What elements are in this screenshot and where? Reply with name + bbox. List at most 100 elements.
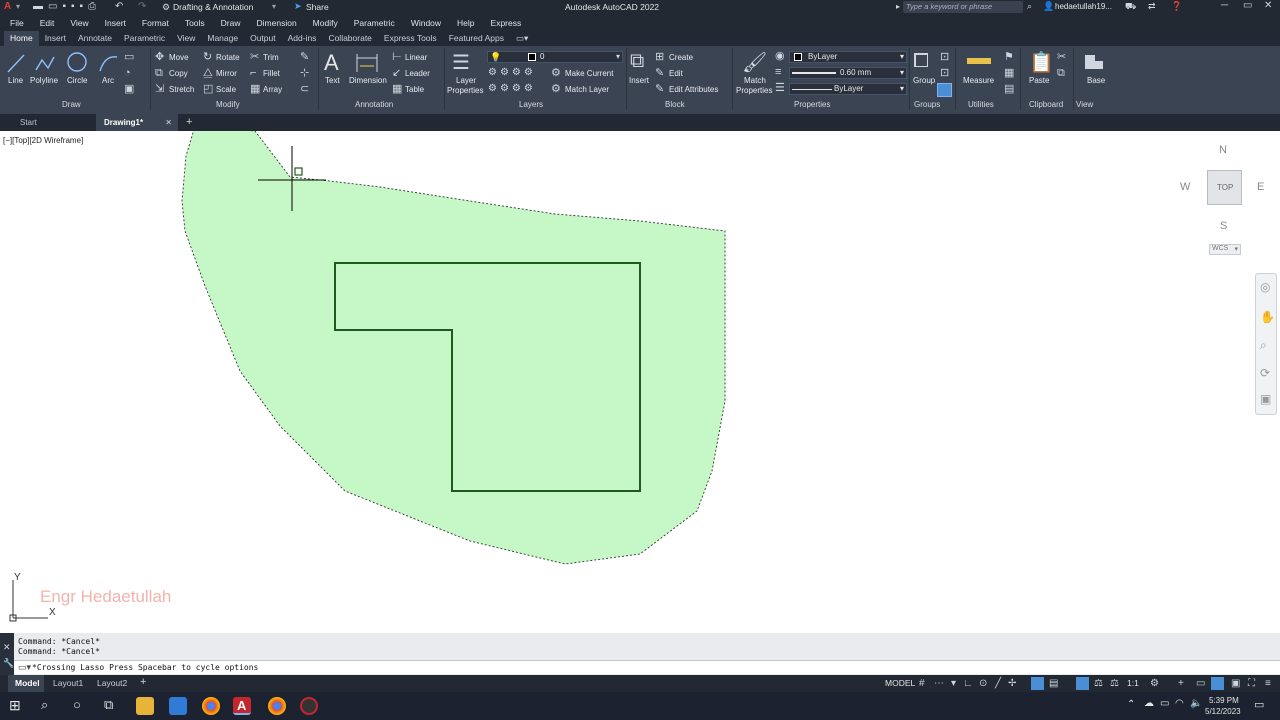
user-icon[interactable]: 👤 (1043, 1, 1054, 12)
wifi-icon[interactable]: ◠ (1175, 698, 1184, 709)
insert-button[interactable]: Insert (629, 76, 649, 85)
tab-collaborate[interactable]: Collaborate (322, 31, 377, 46)
compass-west[interactable]: W (1180, 181, 1190, 193)
drawing-tab[interactable]: Drawing1* ✕ (96, 114, 178, 131)
menu-express[interactable]: Express (483, 18, 530, 28)
text-button[interactable]: Text (325, 76, 340, 85)
modify-panel-title[interactable]: Modify (216, 100, 240, 109)
search-icon[interactable]: ⌕ (1027, 1, 1032, 12)
cortana-icon[interactable]: ○ (73, 697, 81, 712)
layer-states-icons[interactable]: ⚙⚙⚙⚙ (488, 84, 536, 94)
offset-icon[interactable]: ⊂ (300, 84, 309, 95)
menu-window[interactable]: Window (403, 18, 449, 28)
battery-icon[interactable]: ▭ (1160, 698, 1169, 709)
mirror-button[interactable]: Mirror (216, 69, 237, 78)
customize-wrench-icon[interactable]: 🔧 (3, 658, 14, 669)
showmotion-icon[interactable]: ▣ (1260, 392, 1271, 406)
circle-button[interactable]: Circle (67, 76, 87, 85)
group-edit-icon[interactable]: ⊡ (940, 68, 949, 79)
drawing-canvas[interactable]: [−][Top][2D Wireframe] Y X Engr Hedaetul… (0, 131, 1280, 633)
match-layer-button[interactable]: Match Layer (565, 85, 609, 94)
copy-button[interactable]: Copy (169, 69, 188, 78)
arc-button[interactable]: Arc (102, 76, 114, 85)
close-tab-icon[interactable]: ✕ (165, 114, 172, 131)
mail-icon[interactable] (169, 697, 187, 715)
object-snap-tracking-icon[interactable]: ✢ (1008, 678, 1016, 689)
layout-tab-layout2[interactable]: Layout2 (97, 678, 127, 688)
rectangle-icon[interactable]: ▭ (124, 52, 134, 63)
menu-tools[interactable]: Tools (177, 18, 213, 28)
move-button[interactable]: Move (169, 53, 189, 62)
orbit-icon[interactable]: ⟳ (1260, 366, 1270, 380)
tab-parametric[interactable]: Parametric (118, 31, 171, 46)
lineweight-dropdown[interactable]: 0.60 mm ▾ (789, 67, 907, 79)
layout-tab-model[interactable]: Model (8, 675, 44, 692)
edit-attributes-button[interactable]: Edit Attributes (669, 85, 718, 94)
base-button[interactable]: Base (1087, 76, 1105, 85)
menu-insert[interactable]: Insert (97, 18, 134, 28)
ungroup-icon[interactable]: ⊡ (940, 52, 949, 63)
annotation-visibility-icon[interactable]: ⚖ (1094, 678, 1103, 689)
maximize-icon[interactable]: ▭ (1243, 0, 1252, 11)
layer-dropdown[interactable]: 💡 0 ▾ (487, 51, 623, 63)
line-icon[interactable] (6, 52, 26, 74)
workspace-switcher[interactable]: Drafting & Annotation (173, 2, 253, 12)
app-menu-chevron-icon[interactable]: ▾ (16, 2, 20, 11)
command-input[interactable]: ▭▾ *Crossing Lasso Press Spacebar to cyc… (14, 660, 1280, 674)
clock-time[interactable]: 5:39 PM (1209, 696, 1239, 705)
autocad-taskbar-icon[interactable]: A (233, 697, 251, 715)
compass-north[interactable]: N (1219, 144, 1227, 156)
id-point-icon[interactable]: ▤ (1004, 84, 1014, 95)
create-block-button[interactable]: Create (669, 53, 693, 62)
tab-add-ins[interactable]: Add-ins (282, 31, 323, 46)
autoscale-icon[interactable]: ⚖ (1110, 678, 1119, 689)
properties-panel-title[interactable]: Properties (794, 100, 830, 109)
viewcube[interactable]: N S E W TOP (1175, 141, 1275, 241)
copy-clip-icon[interactable]: ⧉ (1057, 68, 1065, 79)
isolate-objects-icon[interactable] (1211, 677, 1224, 690)
fillet-button[interactable]: Fillet (263, 69, 280, 78)
rotate-button[interactable]: Rotate (216, 53, 240, 62)
object-snap-icon[interactable] (1031, 677, 1044, 690)
command-prompt-icon[interactable]: ▭▾ (18, 662, 31, 673)
cart-icon[interactable]: ⛟ (1125, 1, 1136, 13)
annotation-monitor-icon[interactable]: + (1178, 678, 1184, 689)
start-tab[interactable]: Start (0, 114, 95, 131)
linear-button[interactable]: Linear (405, 53, 427, 62)
leader-button[interactable]: Leader (405, 69, 430, 78)
paste-button[interactable]: Paste (1029, 76, 1049, 85)
workspace-switch-icon[interactable]: ⚙ (1150, 678, 1159, 689)
viewcube-top-face[interactable]: TOP (1207, 170, 1242, 205)
menu-edit[interactable]: Edit (32, 18, 63, 28)
make-current-button[interactable]: Make Current (565, 69, 613, 78)
utilities-panel-title[interactable]: Utilities (968, 100, 994, 109)
task-view-icon[interactable]: ⧉ (104, 697, 113, 713)
menu-help[interactable]: Help (449, 18, 482, 28)
menu-file[interactable]: File (0, 18, 32, 28)
quick-select-icon[interactable]: ⚑ (1004, 52, 1014, 63)
layout-tab-layout1[interactable]: Layout1 (53, 678, 83, 688)
file-explorer-icon[interactable] (136, 697, 154, 715)
search-box[interactable]: Type a keyword or phrase (903, 1, 1023, 13)
tab-annotate[interactable]: Annotate (72, 31, 118, 46)
tab-home[interactable]: Home (4, 31, 39, 46)
wcs-menu[interactable]: WCS ▾ (1209, 244, 1241, 255)
circle-icon[interactable] (66, 51, 88, 73)
undo-icon[interactable]: ↶ (115, 1, 123, 12)
grid-icon[interactable]: # (919, 678, 925, 689)
volume-icon[interactable]: 🔈 (1190, 698, 1202, 709)
lineweight-toggle-icon[interactable]: ▤ (1049, 678, 1058, 689)
stretch-button[interactable]: Stretch (169, 85, 194, 94)
edit-block-button[interactable]: Edit (669, 69, 683, 78)
erase-icon[interactable]: ✎ (300, 52, 309, 63)
linetype-dropdown[interactable]: ByLayer ▾ (789, 83, 907, 95)
layers-panel-title[interactable]: Layers (519, 100, 543, 109)
menu-dimension[interactable]: Dimension (249, 18, 305, 28)
groups-panel-title[interactable]: Groups (914, 100, 940, 109)
redo-icon[interactable]: ↷ (138, 1, 146, 12)
cut-icon[interactable]: ✂ (1057, 52, 1066, 63)
tab-output[interactable]: Output (244, 31, 282, 46)
chrome-profile-icon[interactable] (268, 697, 286, 715)
menu-draw[interactable]: Draw (213, 18, 249, 28)
close-command-icon[interactable]: ✕ (3, 642, 11, 653)
